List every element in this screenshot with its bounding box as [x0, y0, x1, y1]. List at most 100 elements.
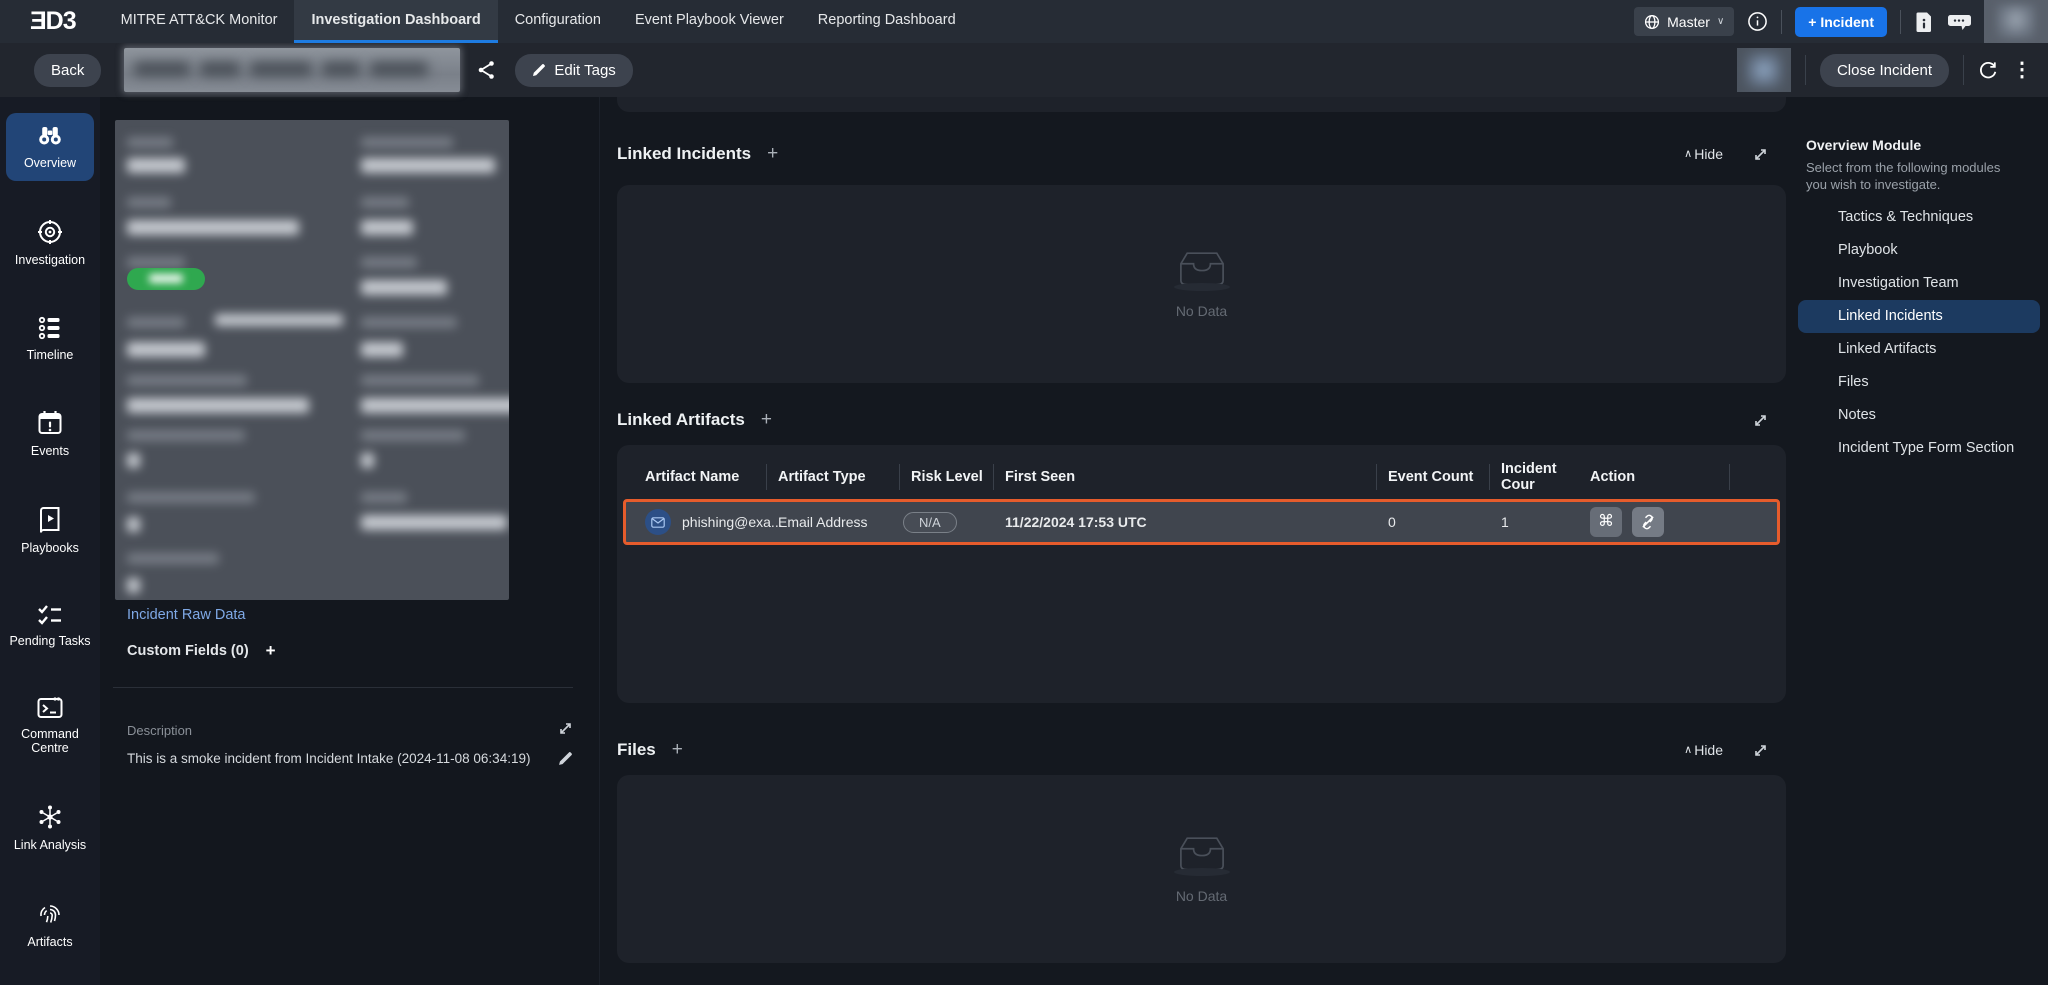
module-item-tactics-techniques[interactable]: Tactics & Techniques: [1798, 201, 2040, 234]
module-item-investigation-team[interactable]: Investigation Team: [1798, 267, 2040, 300]
files-card: No Data: [617, 775, 1786, 963]
module-item-linked-incidents[interactable]: Linked Incidents: [1798, 300, 2040, 333]
shadow: [1174, 283, 1230, 291]
info-button[interactable]: [1747, 11, 1768, 32]
hide-linked-incidents-button[interactable]: ∧ Hide: [1684, 146, 1723, 162]
sidebar-item-label: Investigation: [15, 253, 85, 268]
document-info-icon: [1914, 11, 1934, 33]
tab-mitre-attack-monitor[interactable]: MITRE ATT&CK Monitor: [104, 0, 295, 43]
more-options-button[interactable]: ⋮: [2012, 60, 2032, 80]
column-action[interactable]: Action: [1590, 464, 1730, 490]
tenant-label: Master: [1667, 14, 1710, 30]
linked-incidents-card: No Data: [617, 185, 1786, 383]
sidebar-item-label: Overview: [24, 156, 76, 171]
custom-fields-label: Custom Fields (0): [127, 643, 249, 659]
tab-configuration[interactable]: Configuration: [498, 0, 618, 43]
overview-modules-area: Linked Incidents + ∧ Hide No Data: [600, 97, 1790, 985]
assignee-avatar-redacted: [1737, 48, 1791, 92]
module-item-files[interactable]: Files: [1798, 366, 2040, 399]
column-artifact-type[interactable]: Artifact Type: [767, 464, 900, 490]
pencil-icon: [532, 63, 546, 77]
divider: [1900, 10, 1901, 34]
column-first-seen[interactable]: First Seen: [994, 464, 1377, 490]
sidebar-item-timeline[interactable]: Timeline: [6, 305, 94, 373]
incident-fields-redacted: [115, 120, 509, 600]
target-icon: [36, 218, 64, 246]
event-count-cell: 0: [1377, 514, 1490, 530]
module-item-linked-artifacts[interactable]: Linked Artifacts: [1798, 333, 2040, 366]
linked-artifacts-title: Linked Artifacts: [617, 410, 745, 430]
no-data-label: No Data: [1176, 303, 1227, 319]
scrolled-section-edge: [617, 97, 1786, 112]
left-sidebar: Overview Investigation Timeline: [0, 97, 100, 985]
divider: [113, 687, 573, 688]
sidebar-item-artifacts[interactable]: Artifacts: [6, 890, 94, 960]
tenant-selector[interactable]: Master ∨: [1634, 7, 1734, 36]
chat-button[interactable]: [1947, 11, 1971, 33]
files-header: Files + ∧ Hide: [617, 739, 1786, 761]
module-item-notes[interactable]: Notes: [1798, 399, 2040, 432]
close-incident-button[interactable]: Close Incident: [1820, 54, 1949, 87]
expand-files-button[interactable]: [1753, 743, 1768, 758]
description-text: This is a smoke incident from Incident I…: [127, 751, 547, 766]
chevron-up-icon: ∧: [1684, 147, 1692, 160]
share-icon: [477, 60, 496, 80]
module-item-incident-type-form-section[interactable]: Incident Type Form Section: [1798, 432, 2040, 465]
tab-reporting-dashboard[interactable]: Reporting Dashboard: [801, 0, 973, 43]
overview-module-title: Overview Module: [1806, 137, 1921, 153]
expand-linked-incidents-button[interactable]: [1753, 147, 1768, 162]
incident-toolbar: Back Edit Tags Close Incident: [0, 43, 2048, 97]
release-notes-button[interactable]: [1914, 11, 1934, 33]
info-icon: [1747, 11, 1768, 32]
column-artifact-name[interactable]: Artifact Name: [645, 464, 767, 490]
back-button[interactable]: Back: [34, 54, 101, 87]
unlink-icon: [1640, 514, 1656, 530]
terminal-icon: [36, 696, 64, 720]
sidebar-item-label: Artifacts: [27, 935, 72, 950]
status-badge-redacted: [127, 268, 205, 290]
sidebar-item-investigation[interactable]: Investigation: [6, 208, 94, 278]
incident-count-cell: 1: [1490, 514, 1590, 530]
expand-description-button[interactable]: [558, 721, 573, 736]
description-label: Description: [127, 723, 192, 738]
edit-tags-button[interactable]: Edit Tags: [515, 54, 632, 87]
share-button[interactable]: [477, 60, 496, 80]
unlink-artifact-button[interactable]: [1632, 507, 1664, 537]
divider: [1805, 55, 1806, 85]
column-incident-count[interactable]: Incident Cour: [1490, 464, 1590, 490]
artifact-table-row[interactable]: phishing@exa... Email Address N/A 11/22/…: [623, 499, 1780, 545]
checklist-icon: [36, 603, 64, 627]
add-file-button[interactable]: +: [672, 739, 683, 761]
new-incident-button[interactable]: + Incident: [1795, 7, 1887, 37]
fingerprint-icon: [36, 900, 64, 928]
incident-raw-data-link[interactable]: Incident Raw Data: [127, 607, 245, 623]
column-event-count[interactable]: Event Count: [1377, 464, 1490, 490]
expand-linked-artifacts-button[interactable]: [1753, 413, 1768, 428]
no-data-label: No Data: [1176, 888, 1227, 904]
run-command-button[interactable]: ⌘: [1590, 507, 1622, 537]
top-nav: ƎD3 MITRE ATT&CK Monitor Investigation D…: [0, 0, 2048, 43]
sidebar-item-overview[interactable]: Overview: [6, 113, 94, 181]
sidebar-item-playbooks[interactable]: Playbooks: [6, 496, 94, 566]
sidebar-item-label: Link Analysis: [14, 838, 86, 853]
column-risk-level[interactable]: Risk Level: [900, 464, 994, 490]
sidebar-item-command-centre[interactable]: Command Centre: [6, 686, 94, 767]
add-linked-artifact-button[interactable]: +: [761, 409, 772, 431]
globe-icon: [1644, 14, 1660, 30]
add-linked-incident-button[interactable]: +: [767, 143, 778, 165]
refresh-button[interactable]: [1978, 60, 1998, 80]
incident-summary-panel: Incident Raw Data Custom Fields (0) + De…: [100, 97, 600, 985]
module-item-playbook[interactable]: Playbook: [1798, 234, 2040, 267]
tab-event-playbook-viewer[interactable]: Event Playbook Viewer: [618, 0, 801, 43]
d3-logo: ƎD3: [30, 7, 76, 36]
user-avatar[interactable]: [1984, 0, 2048, 43]
tab-investigation-dashboard[interactable]: Investigation Dashboard: [294, 0, 497, 43]
sidebar-item-events[interactable]: Events: [6, 399, 94, 469]
hide-files-button[interactable]: ∧ Hide: [1684, 742, 1723, 758]
sidebar-item-link-analysis[interactable]: Link Analysis: [6, 793, 94, 863]
edit-description-button[interactable]: [558, 751, 573, 766]
overview-module-subtitle: Select from the following modules you wi…: [1806, 159, 2011, 193]
add-custom-field-button[interactable]: +: [266, 641, 276, 661]
sidebar-item-label: Events: [31, 444, 69, 459]
sidebar-item-pending-tasks[interactable]: Pending Tasks: [6, 593, 94, 659]
